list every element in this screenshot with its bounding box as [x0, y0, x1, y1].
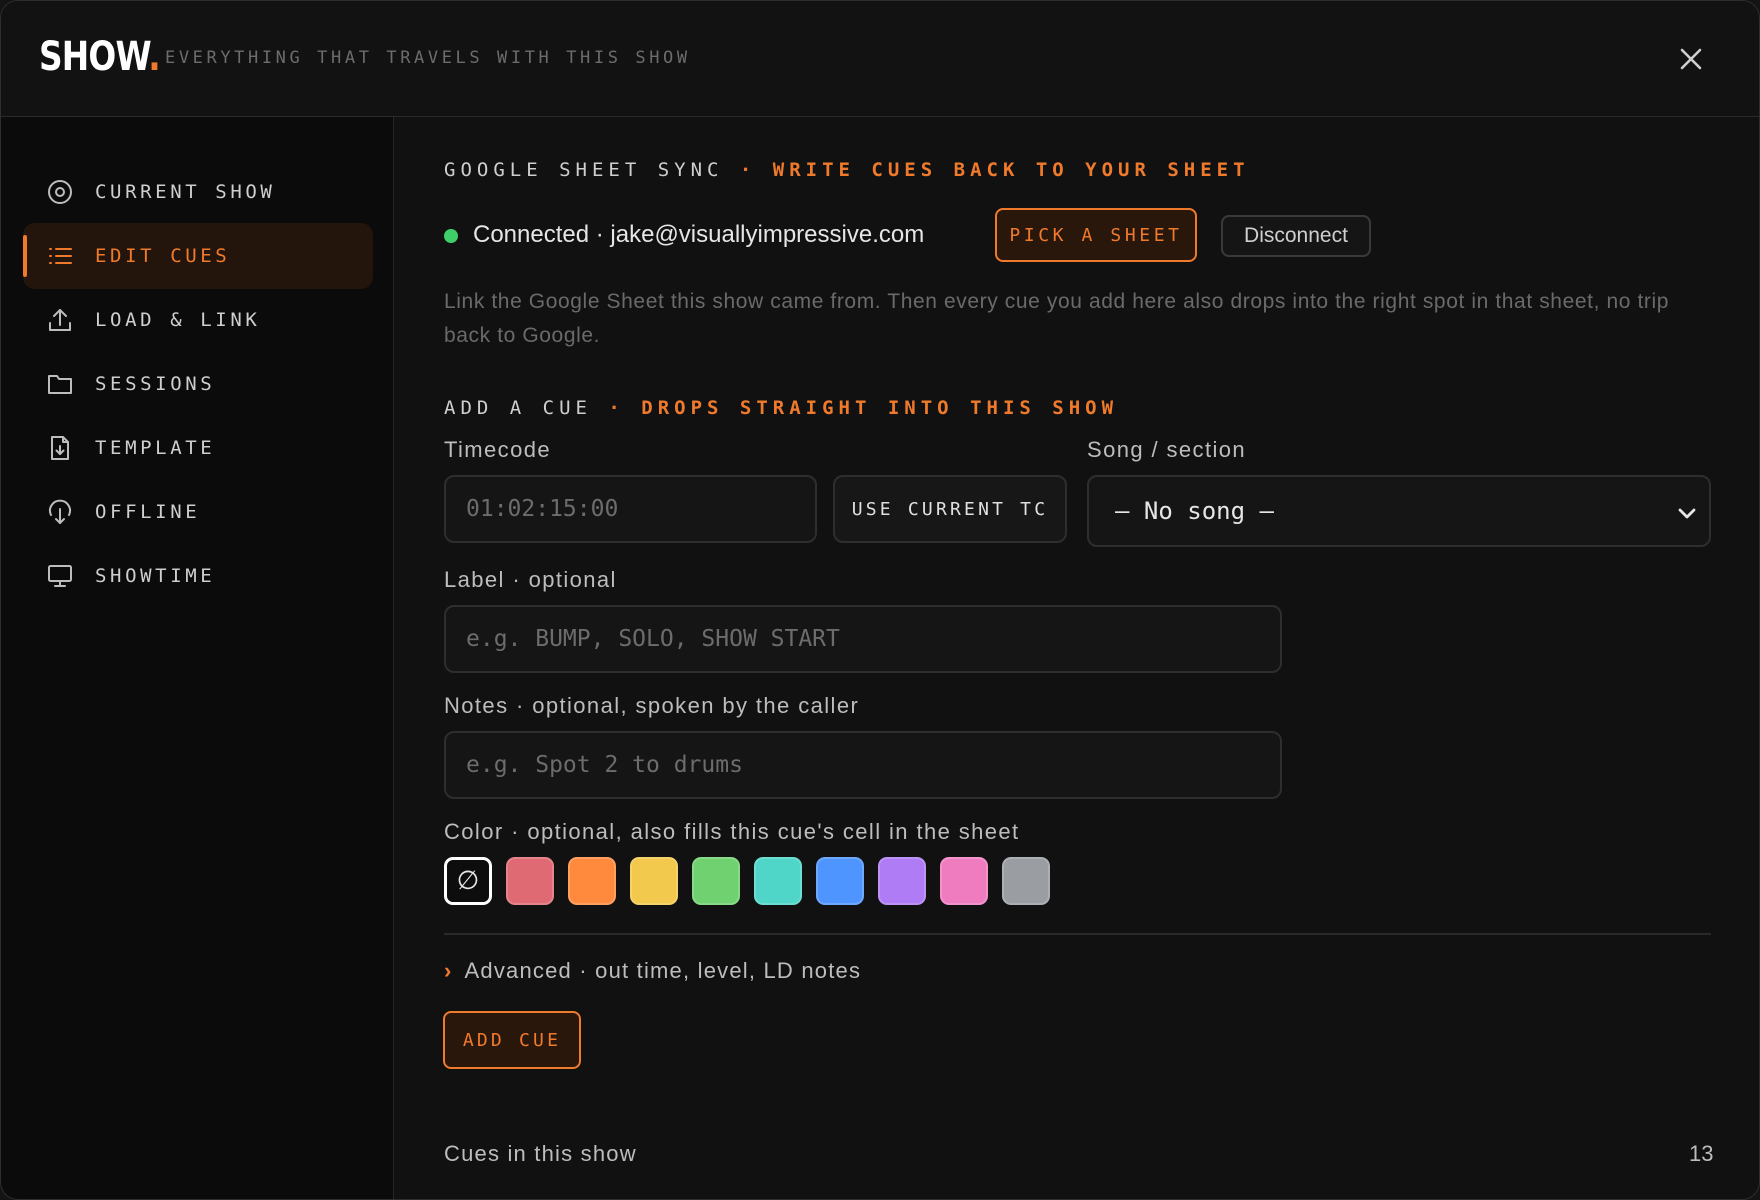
sidebar: CURRENT SHOW EDIT CUES LOAD & LINK SESSI…: [1, 117, 394, 1199]
file-download-icon: [47, 435, 73, 461]
color-swatch-teal[interactable]: [754, 857, 802, 905]
label-input[interactable]: e.g. BUMP, SOLO, SHOW START: [444, 605, 1282, 673]
sidebar-item-label: CURRENT SHOW: [95, 181, 276, 203]
notes-field-label: Notes · optional, spoken by the caller: [444, 693, 860, 718]
song-select-value: — No song —: [1115, 497, 1274, 525]
cues-list-label: Cues in this show: [444, 1141, 637, 1166]
tagline: EVERYTHING THAT TRAVELS WITH THIS SHOW: [165, 48, 691, 68]
logo: SHOW.: [39, 34, 161, 80]
status-dot: [444, 229, 458, 243]
advanced-toggle[interactable]: › Advanced · out time, level, LD notes: [444, 958, 861, 984]
song-label: Song / section: [1087, 437, 1247, 462]
sidebar-item-showtime[interactable]: SHOWTIME: [23, 543, 373, 609]
color-field-label: Color · optional, also fills this cue's …: [444, 819, 1020, 844]
chevron-down-icon: [1675, 501, 1699, 525]
active-indicator: [23, 235, 27, 277]
pick-sheet-button[interactable]: PICK A SHEET: [995, 208, 1197, 262]
color-swatch-orange[interactable]: [568, 857, 616, 905]
sidebar-item-label: OFFLINE: [95, 501, 201, 523]
sidebar-item-label: EDIT CUES: [95, 245, 231, 267]
sidebar-item-current-show[interactable]: CURRENT SHOW: [23, 159, 373, 225]
sync-description: Link the Google Sheet this show came fro…: [444, 290, 1670, 347]
app-window: SHOW. EVERYTHING THAT TRAVELS WITH THIS …: [0, 0, 1760, 1200]
folder-icon: [47, 371, 73, 397]
timecode-label: Timecode: [444, 437, 551, 462]
sidebar-item-offline[interactable]: OFFLINE: [23, 479, 373, 545]
timecode-input[interactable]: 01:02:15:00: [444, 475, 817, 543]
add-cue-button[interactable]: ADD CUE: [443, 1011, 581, 1069]
color-swatch-red[interactable]: [506, 857, 554, 905]
cues-count: 13: [1689, 1141, 1714, 1166]
sidebar-item-label: SESSIONS: [95, 373, 216, 395]
upload-icon: [47, 307, 73, 333]
sidebar-item-load-link[interactable]: LOAD & LINK: [23, 287, 373, 353]
color-swatch-yellow[interactable]: [630, 857, 678, 905]
sidebar-item-label: TEMPLATE: [95, 437, 216, 459]
header: SHOW. EVERYTHING THAT TRAVELS WITH THIS …: [1, 1, 1759, 117]
label-field-label: Label · optional: [444, 567, 617, 592]
color-swatch-green[interactable]: [692, 857, 740, 905]
close-icon[interactable]: [1671, 39, 1711, 79]
disconnect-button[interactable]: Disconnect: [1221, 215, 1371, 257]
sync-heading: GOOGLE SHEET SYNC · WRITE CUES BACK TO Y…: [444, 159, 1250, 181]
notes-input[interactable]: e.g. Spot 2 to drums: [444, 731, 1282, 799]
use-current-tc-button[interactable]: USE CURRENT TC: [833, 475, 1067, 543]
sidebar-item-sessions[interactable]: SESSIONS: [23, 351, 373, 417]
offline-download-icon: [47, 499, 73, 525]
chevron-right-icon: ›: [444, 958, 453, 983]
add-cue-heading: ADD A CUE · DROPS STRAIGHT INTO THIS SHO…: [444, 397, 1119, 419]
song-select[interactable]: — No song —: [1087, 475, 1711, 547]
divider: [444, 933, 1711, 935]
sidebar-item-label: LOAD & LINK: [95, 309, 261, 331]
color-swatch-blue[interactable]: [816, 857, 864, 905]
monitor-icon: [47, 563, 73, 589]
color-swatch-pink[interactable]: [940, 857, 988, 905]
main-panel: GOOGLE SHEET SYNC · WRITE CUES BACK TO Y…: [394, 117, 1759, 1199]
sidebar-item-template[interactable]: TEMPLATE: [23, 415, 373, 481]
target-icon: [47, 179, 73, 205]
color-swatch-gray[interactable]: [1002, 857, 1050, 905]
sidebar-item-label: SHOWTIME: [95, 565, 216, 587]
color-swatch-purple[interactable]: [878, 857, 926, 905]
sidebar-item-edit-cues[interactable]: EDIT CUES: [23, 223, 373, 289]
color-swatch-none[interactable]: ∅: [444, 857, 492, 905]
list-icon: [47, 243, 73, 269]
connection-status: Connected · jake@visuallyimpressive.com: [473, 221, 925, 248]
